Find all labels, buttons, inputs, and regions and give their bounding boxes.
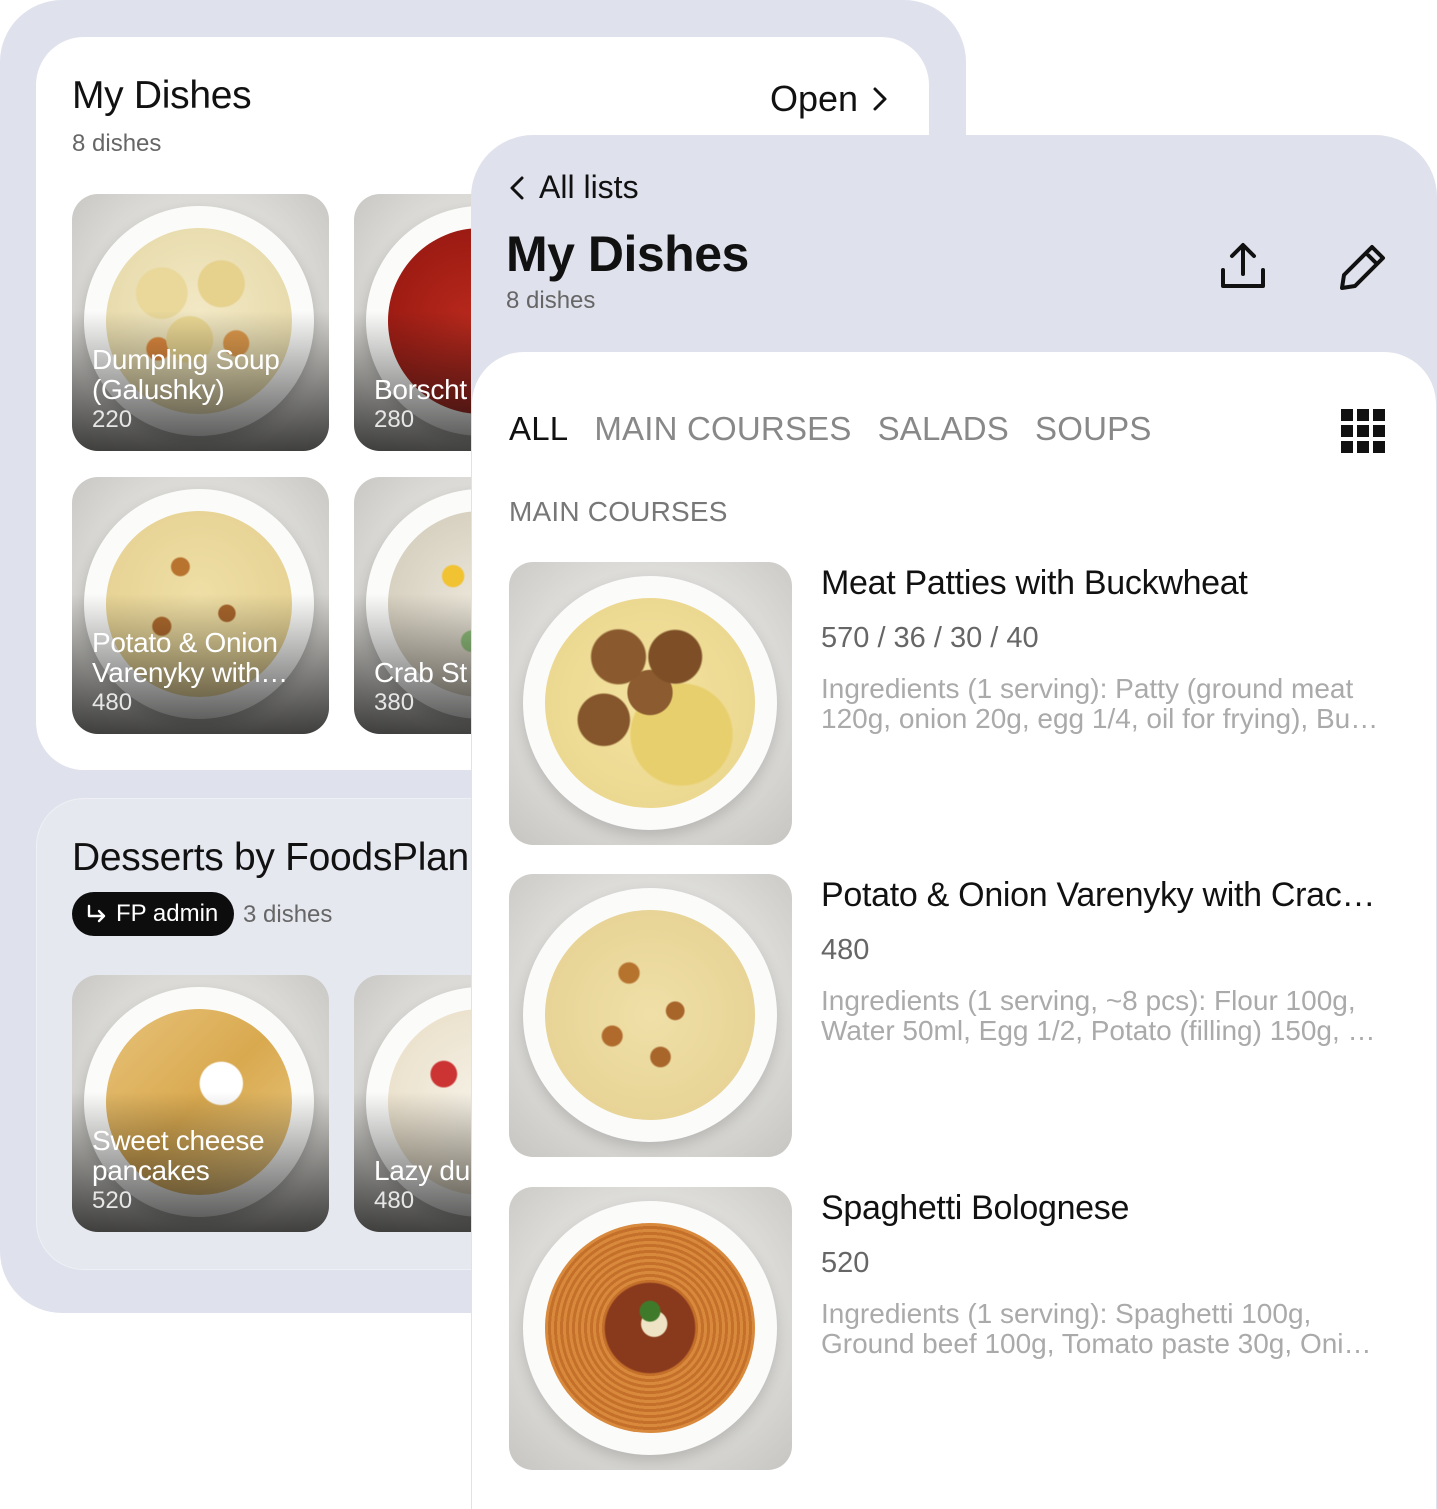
dish-macros: 520	[821, 1247, 870, 1279]
dish-macros: 480	[821, 934, 870, 966]
food-image	[545, 598, 755, 808]
dish-calories: 220	[92, 406, 133, 433]
dish-name: Potato & Onion Varenyky with Crac…	[821, 876, 1376, 914]
author-name: FP admin	[116, 900, 219, 927]
dish-calories: 380	[374, 689, 415, 716]
dishes-sheet: ALL MAIN COURSES SALADS SOUPS MAIN COURS…	[472, 352, 1436, 1509]
tab-soups[interactable]: SOUPS	[1035, 410, 1152, 448]
back-label: All lists	[539, 169, 639, 205]
dish-tile[interactable]: Potato & Onion Varenyky with… 480	[72, 477, 329, 734]
share-icon	[1221, 243, 1265, 288]
dish-name: Potato & Onion Varenyky with…	[92, 627, 289, 688]
food-image	[545, 910, 755, 1120]
dish-count: 8 dishes	[506, 287, 596, 314]
grid-view-button[interactable]	[1340, 408, 1386, 454]
dish-calories: 480	[374, 1187, 415, 1214]
chevron-right-icon	[873, 87, 887, 111]
page-title: My Dishes	[506, 226, 749, 282]
reply-arrow-icon	[87, 904, 106, 923]
dish-row[interactable]: Meat Patties with Buckwheat 570 / 36 / 3…	[509, 562, 1409, 845]
dish-tile[interactable]: Dumpling Soup (Galushky) 220	[72, 194, 329, 451]
dish-row[interactable]: Potato & Onion Varenyky with Crac… 480 I…	[509, 874, 1409, 1157]
list-dish-count: 3 dishes	[243, 901, 333, 928]
dish-calories: 280	[374, 406, 415, 433]
grid-view-icon	[1341, 409, 1385, 453]
tab-all[interactable]: ALL	[509, 410, 568, 448]
share-button[interactable]	[1213, 237, 1273, 297]
dish-name: Dumpling Soup (Galushky)	[92, 344, 280, 405]
food-image	[545, 1223, 755, 1433]
open-list-link[interactable]: Open	[770, 78, 888, 120]
list-title: My Dishes	[72, 74, 252, 117]
category-tabs: ALL MAIN COURSES SALADS SOUPS	[509, 410, 1152, 448]
open-label: Open	[770, 78, 859, 119]
tab-salads[interactable]: SALADS	[878, 410, 1009, 448]
list-detail-panel: All lists My Dishes 8 dishes ALL MAIN CO…	[471, 135, 1437, 1509]
dish-calories: 480	[92, 689, 133, 716]
dish-photo	[509, 562, 792, 845]
dish-macros: 570 / 36 / 30 / 40	[821, 622, 1039, 654]
dish-name: Spaghetti Bolognese	[821, 1189, 1130, 1227]
dish-photo	[509, 874, 792, 1157]
dish-photo	[509, 1187, 792, 1470]
edit-button[interactable]	[1333, 237, 1393, 297]
tab-main-courses[interactable]: MAIN COURSES	[594, 410, 851, 448]
dish-name: Meat Patties with Buckwheat	[821, 564, 1248, 602]
dish-tile[interactable]: Sweet cheese pancakes 520	[72, 975, 329, 1232]
dish-name: Sweet cheese pancakes	[92, 1125, 265, 1186]
dish-row[interactable]: Spaghetti Bolognese 520 Ingredients (1 s…	[509, 1187, 1409, 1470]
list-title: Desserts by FoodsPlan	[72, 836, 469, 879]
all-lists-back-button[interactable]: All lists	[509, 169, 639, 206]
dish-calories: 520	[92, 1187, 133, 1214]
author-badge[interactable]: FP admin	[72, 892, 235, 936]
edit-pencil-icon	[1340, 245, 1385, 290]
list-dish-count: 8 dishes	[72, 130, 162, 157]
dish-ingredients: Ingredients (1 serving): Spaghetti 100g,…	[821, 1298, 1372, 1359]
dish-ingredients: Ingredients (1 serving): Patty (ground m…	[821, 673, 1379, 734]
dish-ingredients: Ingredients (1 serving, ~8 pcs): Flour 1…	[821, 985, 1376, 1046]
chevron-left-icon	[510, 176, 524, 199]
section-heading: MAIN COURSES	[509, 496, 728, 527]
